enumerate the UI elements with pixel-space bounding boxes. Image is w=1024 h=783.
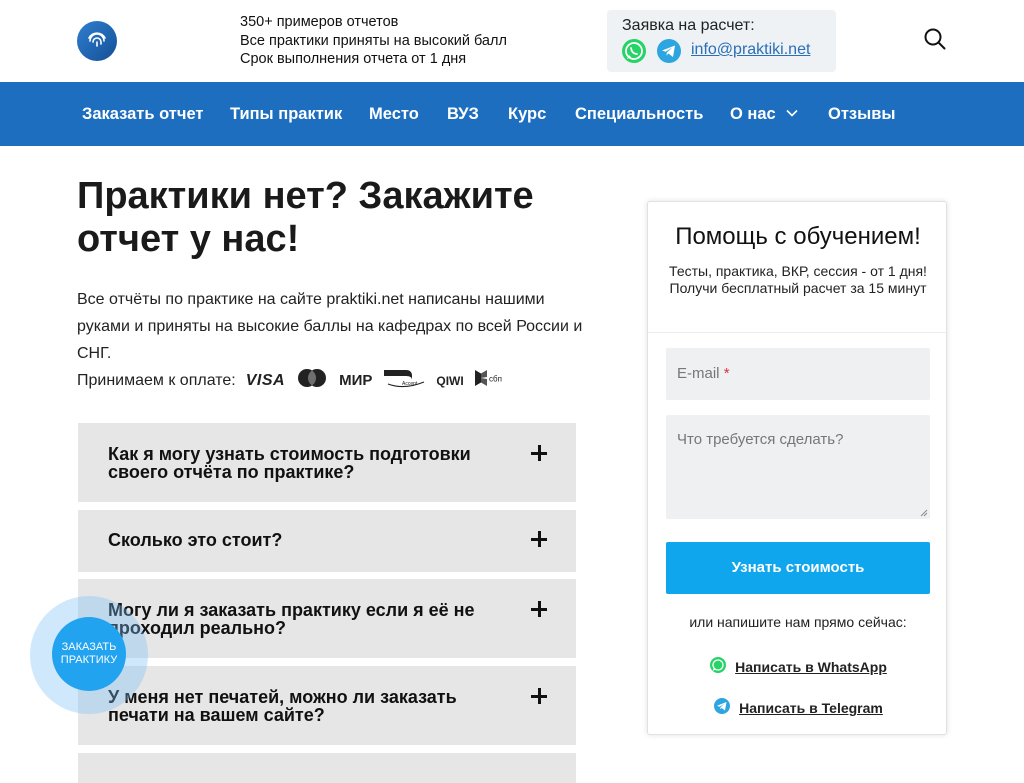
header-tagline: 350+ примеров отчетов Все практики приня…: [240, 13, 507, 69]
site-header: 350+ примеров отчетов Все практики приня…: [0, 0, 1024, 82]
intro-text: Все отчёты по практике на сайте praktiki…: [77, 291, 583, 362]
whatsapp-button[interactable]: [621, 38, 647, 64]
whatsapp-icon: [710, 657, 727, 674]
email-link[interactable]: info@praktiki.net: [691, 41, 810, 59]
payment-label: Принимаем к оплате:: [77, 371, 236, 389]
search-button[interactable]: [924, 28, 946, 50]
get-price-button[interactable]: Узнать стоимость: [666, 542, 930, 594]
faq-question: Могу ли я заказать практику если я её не…: [108, 600, 475, 638]
telegram-button[interactable]: [656, 38, 682, 64]
faq-item[interactable]: У меня нет печатей, можно ли заказать пе…: [78, 666, 576, 745]
nav-item-place[interactable]: Место: [369, 82, 419, 146]
visa-logo: VISA: [245, 371, 286, 389]
faq-question: У меня нет печатей, можно ли заказать пе…: [108, 687, 457, 725]
whatsapp-link-label: Написать в WhatsApp: [735, 659, 887, 675]
order-practice-button[interactable]: ЗАКАЗАТЬ ПРАКТИКУ: [52, 617, 126, 691]
contact-title: Заявка на расчет:: [622, 17, 755, 34]
faq-item[interactable]: Могу ли я заказать практику если я её не…: [78, 579, 576, 658]
task-textarea[interactable]: Что требуется сделать?: [666, 415, 930, 519]
or-text: или напишите нам прямо сейчас:: [689, 614, 907, 630]
faq-question: Как я могу узнать стоимость подготовки с…: [108, 444, 471, 482]
mir-accept-logo: Accept: [382, 368, 426, 393]
contact-box: Заявка на расчет: info@praktiki.net: [607, 10, 836, 72]
nav-item-reviews[interactable]: Отзывы: [828, 82, 895, 146]
qiwi-logo: QIWI: [436, 373, 464, 388]
chevron-down-icon: [786, 80, 798, 144]
telegram-link[interactable]: Написать в Telegram: [648, 698, 948, 718]
task-placeholder: Что требуется сделать?: [677, 431, 844, 448]
nav-item-practice-types[interactable]: Типы практик: [230, 82, 342, 146]
fingerprint-icon: [88, 32, 106, 47]
card-subtitle: Тесты, практика, ВКР, сессия - от 1 дня!…: [669, 263, 927, 296]
svg-text:сбп: сбп: [489, 375, 502, 384]
nav-item-about-label: О нас: [730, 105, 776, 123]
required-asterisk: *: [723, 365, 730, 382]
plus-icon: [531, 601, 547, 617]
mir-logo: МИР: [339, 372, 373, 389]
nav-item-university[interactable]: ВУЗ: [447, 82, 479, 146]
plus-icon: [531, 445, 547, 461]
plus-icon: [531, 688, 547, 704]
payment-methods: Принимаем к оплате: VISA МИР Accept QIWI…: [77, 367, 510, 394]
telegram-icon: [714, 698, 731, 715]
whatsapp-link[interactable]: Написать в WhatsApp: [648, 657, 948, 677]
nav-item-order-report[interactable]: Заказать отчет: [82, 82, 204, 146]
order-practice-label: ПРАКТИКУ: [60, 654, 118, 666]
faq-item[interactable]: Как я могу узнать стоимость подготовки с…: [78, 423, 576, 502]
resize-handle-icon[interactable]: [920, 509, 928, 517]
faq-item[interactable]: [78, 753, 576, 783]
nav-item-about[interactable]: О нас: [730, 82, 798, 146]
divider: [648, 332, 948, 333]
nav-item-specialty[interactable]: Специальность: [575, 82, 703, 146]
order-practice-label: ЗАКАЗАТЬ: [61, 641, 117, 653]
telegram-link-label: Написать в Telegram: [739, 700, 883, 716]
whatsapp-icon: [622, 39, 646, 63]
main-nav: Заказать отчет Типы практик Место ВУЗ Ку…: [0, 82, 1024, 146]
sbp-logo: сбп: [474, 369, 510, 392]
svg-text:Accept: Accept: [402, 381, 418, 387]
telegram-icon: [657, 39, 681, 63]
email-placeholder: E-mail: [677, 365, 720, 382]
plus-icon: [531, 531, 547, 547]
faq-item[interactable]: Сколько это стоит?: [78, 510, 576, 572]
card-title: Помощь с обучением!: [675, 223, 921, 250]
faq-question: Сколько это стоит?: [108, 530, 283, 550]
help-form-card: Помощь с обучением! Тесты, практика, ВКР…: [647, 201, 948, 735]
search-icon: [924, 28, 946, 50]
payment-logos: VISA МИР Accept QIWI сбп: [246, 368, 510, 393]
email-field[interactable]: E-mail *: [666, 348, 930, 400]
page-title: Практики нет? Закажите отчет у нас!: [77, 175, 534, 260]
logo[interactable]: [77, 21, 117, 61]
tagline-line: 350+ примеров отчетов: [240, 14, 399, 30]
tagline-line: Все практики приняты на высокий балл: [240, 32, 507, 49]
nav-item-course[interactable]: Курс: [508, 82, 546, 146]
tagline-line: Срок выполнения отчета от 1 дня: [240, 51, 467, 67]
mastercard-logo: [295, 368, 329, 393]
